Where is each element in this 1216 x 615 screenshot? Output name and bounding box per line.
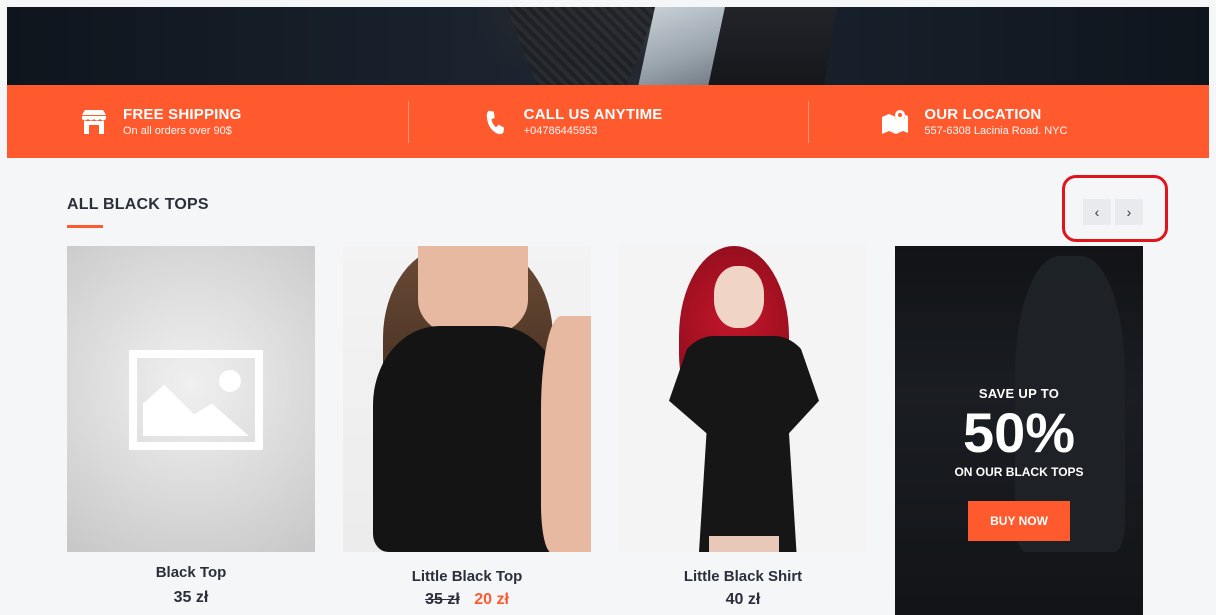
promo-headline: 50% xyxy=(962,401,1076,464)
carousel-prev-button[interactable]: ‹ xyxy=(1083,199,1111,225)
product-sale-price: 20 zł xyxy=(474,591,509,608)
hero-banner-image xyxy=(7,7,1209,85)
image-placeholder-icon xyxy=(129,350,263,450)
hero-jacket-right xyxy=(707,7,837,85)
carousel-nav-highlight: ‹ › xyxy=(1062,175,1168,242)
product-card-little-black-shirt[interactable]: Little Black Shirt 40 zł xyxy=(619,246,867,609)
section-title: ALL BLACK TOPS xyxy=(67,196,209,213)
info-subtitle: 557-6308 Lacinia Road. NYC xyxy=(924,125,1068,137)
promo-banner-image: SAVE UP TO 50% ON OUR BLACK TOPS BUY NOW xyxy=(895,246,1143,615)
product-name[interactable]: Little Black Top xyxy=(343,568,591,585)
info-free-shipping: FREE SHIPPING On all orders over 90$ xyxy=(7,85,408,158)
product-name[interactable]: Little Black Shirt xyxy=(619,568,867,585)
buy-now-button[interactable]: BUY NOW xyxy=(968,501,1070,541)
promo-banner: SAVE UP TO 50% ON OUR BLACK TOPS BUY NOW xyxy=(895,246,1143,615)
product-image-placeholder[interactable] xyxy=(67,246,315,552)
carousel-next-button[interactable]: › xyxy=(1115,199,1143,225)
product-price: 40 zł xyxy=(619,591,867,609)
section-title-underline xyxy=(67,225,103,228)
product-image[interactable] xyxy=(619,246,867,552)
product-card-black-top[interactable]: Black Top 35 zł xyxy=(67,246,315,607)
product-name[interactable]: Black Top xyxy=(67,564,315,581)
store-icon xyxy=(82,109,106,134)
info-title: OUR LOCATION xyxy=(924,106,1042,123)
product-price: 35 zł 20 zł xyxy=(343,591,591,609)
product-price-value: 40 zł xyxy=(725,591,761,608)
info-title: CALL US ANYTIME xyxy=(523,106,663,123)
product-old-price: 35 zł xyxy=(425,591,460,608)
info-subtitle: On all orders over 90$ xyxy=(123,125,232,137)
info-location: OUR LOCATION 557-6308 Lacinia Road. NYC xyxy=(808,85,1209,158)
product-image[interactable] xyxy=(343,246,591,552)
info-subtitle: +04786445953 xyxy=(523,125,598,137)
product-card-little-black-top[interactable]: Little Black Top 35 zł 20 zł xyxy=(343,246,591,609)
info-bar: FREE SHIPPING On all orders over 90$ CAL… xyxy=(7,85,1209,158)
promo-subtext: ON OUR BLACK TOPS xyxy=(954,465,1084,479)
promo-save-text: SAVE UP TO xyxy=(978,386,1060,401)
product-price: 35 zł xyxy=(67,589,315,607)
product-price-value: 35 zł xyxy=(173,589,209,606)
info-call-us: CALL US ANYTIME +04786445953 xyxy=(407,85,809,158)
phone-icon xyxy=(486,110,504,134)
info-title: FREE SHIPPING xyxy=(123,106,242,123)
map-pin-icon xyxy=(882,109,909,134)
